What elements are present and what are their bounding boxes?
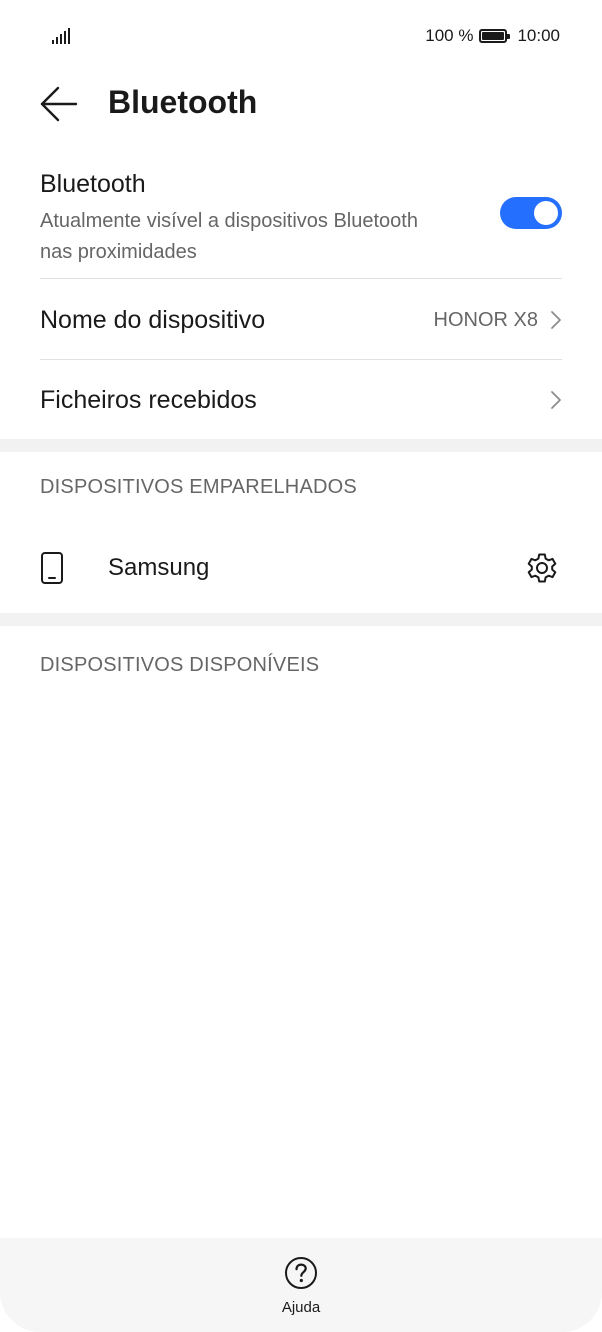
section-separator — [0, 613, 602, 626]
chevron-right-icon — [551, 311, 561, 329]
bluetooth-switch[interactable] — [500, 197, 562, 229]
back-button[interactable] — [36, 84, 80, 124]
status-right: 100 % 10:00 — [425, 26, 560, 46]
paired-device-samsung[interactable]: Samsung — [40, 528, 562, 608]
section-separator — [0, 439, 602, 452]
bottom-toolbar: Ajuda — [0, 1238, 602, 1332]
received-files-row[interactable]: Ficheiros recebidos — [40, 360, 562, 440]
bluetooth-toggle-row[interactable]: Bluetooth Atualmente visível a dispositi… — [40, 166, 562, 276]
help-circle-icon — [285, 1257, 317, 1289]
bluetooth-title: Bluetooth — [40, 170, 146, 198]
clock: 10:00 — [517, 26, 560, 45]
device-name-label: Nome do dispositivo — [40, 305, 266, 334]
divider — [40, 278, 562, 279]
received-files-label: Ficheiros recebidos — [40, 385, 257, 414]
device-name-value: HONOR X8 — [433, 308, 538, 331]
help-label: Ajuda — [281, 1299, 321, 1316]
available-devices-header: DISPOSITIVOS DISPONÍVEIS — [40, 654, 320, 676]
help-button[interactable]: Ajuda — [261, 1256, 341, 1316]
device-settings-button[interactable] — [522, 548, 562, 588]
device-name-row[interactable]: Nome do dispositivo HONOR X8 — [40, 280, 562, 360]
gear-icon — [527, 553, 557, 583]
bluetooth-subtitle: Atualmente visível a dispositivos Blueto… — [40, 210, 418, 263]
paired-device-name: Samsung — [108, 554, 210, 581]
header: Bluetooth — [0, 78, 602, 130]
phone-icon — [40, 548, 80, 588]
signal-icon — [52, 28, 72, 44]
switch-knob — [534, 201, 558, 225]
paired-devices-header: DISPOSITIVOS EMPARELHADOS — [40, 476, 357, 498]
chevron-right-icon — [551, 391, 561, 409]
battery-percentage: 100 % — [425, 26, 474, 45]
back-arrow-icon — [40, 86, 78, 122]
battery-icon — [479, 29, 511, 43]
page-title: Bluetooth — [108, 84, 258, 120]
status-bar: 100 % 10:00 — [0, 0, 602, 72]
